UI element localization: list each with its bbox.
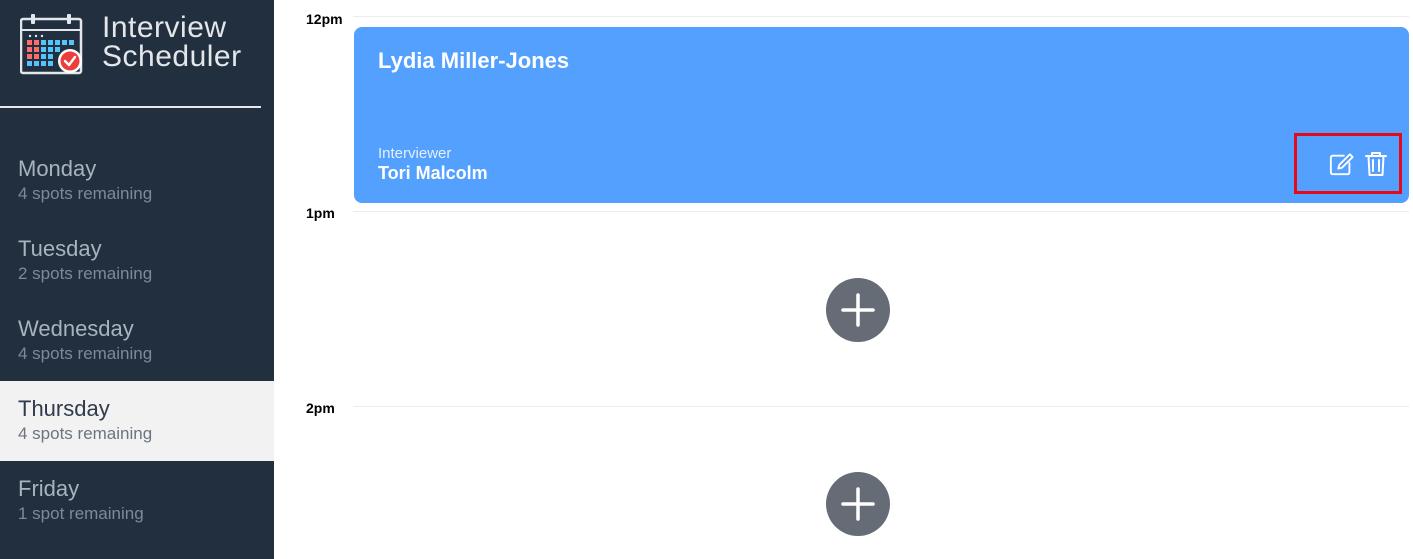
slot-divider <box>353 211 1409 212</box>
day-item-friday[interactable]: Friday 1 spot remaining <box>0 461 274 541</box>
schedule: 12pm Lydia Miller-Jones Interviewer Tori… <box>274 0 1413 559</box>
day-spots: 2 spots remaining <box>18 264 153 283</box>
day-spots: 4 spots remaining <box>18 424 153 443</box>
app-title: Interview Scheduler <box>102 11 242 73</box>
day-name: Friday <box>18 476 80 501</box>
day-name: Thursday <box>18 396 110 421</box>
trash-icon[interactable] <box>1363 151 1389 177</box>
day-item-thursday[interactable]: Thursday 4 spots remaining <box>0 381 274 461</box>
day-spots: 1 spot remaining <box>18 504 144 523</box>
slot-divider <box>353 16 1409 17</box>
appointment-actions <box>1294 133 1402 194</box>
day-list: Monday 4 spots remaining Tuesday 2 spots… <box>0 141 274 541</box>
app-root: Interview Scheduler Monday 4 spots remai… <box>0 0 1413 559</box>
day-name: Monday <box>18 156 97 181</box>
brand: Interview Scheduler <box>19 11 242 75</box>
sidebar: Interview Scheduler Monday 4 spots remai… <box>0 0 274 559</box>
day-item-tuesday[interactable]: Tuesday 2 spots remaining <box>0 221 274 301</box>
day-spots: 4 spots remaining <box>18 184 153 203</box>
add-appointment-button[interactable] <box>826 278 890 342</box>
day-spots: 4 spots remaining <box>18 344 153 363</box>
app-title-line1: Interview <box>102 11 227 44</box>
time-label-1pm: 1pm <box>306 205 335 221</box>
plus-icon <box>841 487 875 521</box>
day-item-wednesday[interactable]: Wednesday 4 spots remaining <box>0 301 274 381</box>
slot-divider <box>353 406 1409 407</box>
time-label-2pm: 2pm <box>306 400 335 416</box>
app-title-line2: Scheduler <box>102 40 242 73</box>
add-appointment-button[interactable] <box>826 472 890 536</box>
plus-icon <box>841 293 875 327</box>
student-name: Lydia Miller-Jones <box>378 48 570 73</box>
appointment-card: Lydia Miller-Jones Interviewer Tori Malc… <box>354 27 1409 203</box>
edit-icon[interactable] <box>1329 151 1355 177</box>
sidebar-divider <box>0 106 261 108</box>
day-item-monday[interactable]: Monday 4 spots remaining <box>0 141 274 221</box>
day-name: Wednesday <box>18 316 134 341</box>
interviewer-label: Interviewer <box>378 145 452 162</box>
time-label-12pm: 12pm <box>306 11 343 27</box>
day-name: Tuesday <box>18 236 102 261</box>
calendar-check-icon <box>19 13 84 75</box>
interviewer-name: Tori Malcolm <box>378 163 488 183</box>
